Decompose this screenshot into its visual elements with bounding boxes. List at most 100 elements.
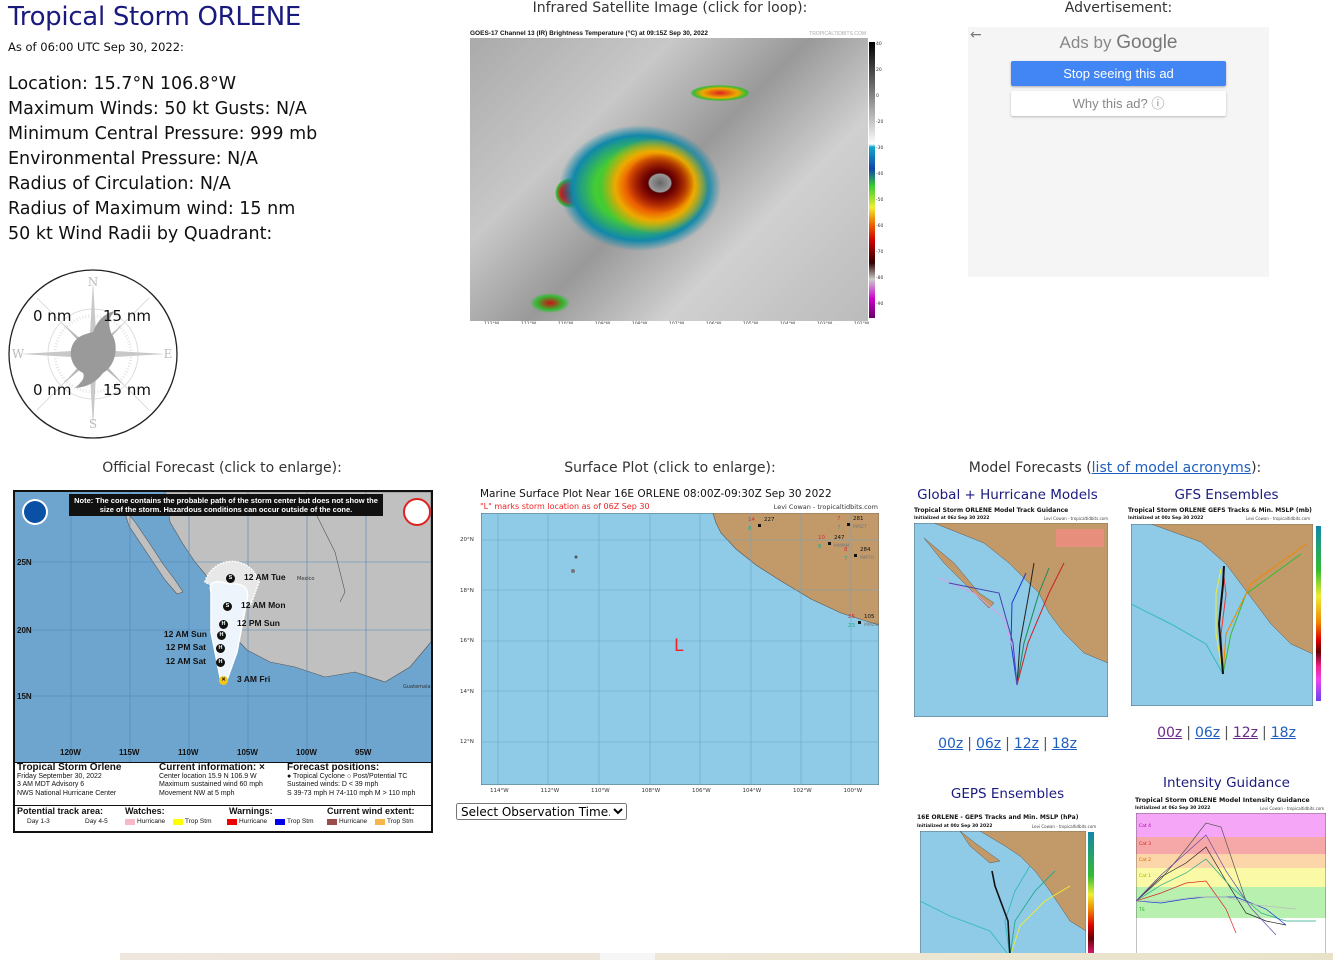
intensity-band-label: Cat 1 <box>1139 873 1151 879</box>
model-heading-prefix: Model Forecasts ( <box>968 460 1092 476</box>
station-pressure: 227 <box>764 517 775 523</box>
legend-swatch <box>275 819 285 825</box>
forecast-point-label: 12 PM Sat <box>165 642 206 652</box>
sat-colorbar-label: -40 <box>876 172 884 177</box>
station-dot <box>854 554 857 557</box>
panel-center: NWS National Hurricane Center <box>17 789 117 797</box>
forecast-lon-label: 100W <box>296 748 317 757</box>
storm-info-block: Tropical Storm Orlene Friday September 3… <box>17 762 157 798</box>
radius-circulation-line: Radius of Circulation: N/A <box>8 174 231 194</box>
geps-track-map <box>920 831 1086 957</box>
forecast-point-label: 3 AM Fri <box>237 674 271 684</box>
run-link-00z[interactable]: 00z <box>1157 725 1182 741</box>
legend-swatch <box>327 819 337 825</box>
sat-colorbar-label: 40 <box>876 42 882 47</box>
current-location: Center location 15.9 N 106.9 W <box>159 772 257 780</box>
legend-swatch <box>227 819 237 825</box>
intensity-chart: Cat 4 Cat 3 Cat 2 Cat 1 TS <box>1136 813 1326 955</box>
forecast-point-label: 12 AM Tue <box>244 572 286 582</box>
run-link-06z[interactable]: 06z <box>1195 725 1220 741</box>
surface-lon-label: 108°W <box>641 788 661 794</box>
compass-w: W <box>12 347 25 361</box>
track-area-title: Potential track area: <box>17 806 104 816</box>
gfs-run-links: 00z | 06z | 12z | 18z <box>1120 725 1333 741</box>
sat-colorbar-label: -50 <box>876 198 884 203</box>
track-day45: Day 4-5 <box>85 818 108 825</box>
run-link-12z[interactable]: 12z <box>1014 736 1039 752</box>
model-acronyms-link[interactable]: list of model acronyms <box>1092 460 1251 476</box>
run-link-06z[interactable]: 06z <box>976 736 1001 752</box>
run-link-18z[interactable]: 18z <box>1271 725 1296 741</box>
official-forecast-heading: Official Forecast (click to enlarge): <box>102 460 342 476</box>
forecast-winds-line: Sustained winds: D < 39 mph <box>287 781 379 788</box>
satellite-image-link[interactable]: GOES-17 Channel 13 (IR) Brightness Tempe… <box>468 28 886 324</box>
sat-lon-label: 104°W <box>780 322 795 324</box>
stop-seeing-ad-button[interactable]: Stop seeing this ad <box>1011 61 1226 86</box>
station-dot <box>858 621 861 624</box>
forecast-lon-label: 110W <box>178 748 199 757</box>
satellite-heading: Infrared Satellite Image (click for loop… <box>532 0 808 16</box>
why-this-ad-button[interactable]: Why this ad? ⓘ <box>1011 91 1226 116</box>
station-temp: 10 <box>818 535 825 541</box>
location-line: Location: 15.7°N 106.8°W <box>8 74 236 94</box>
intensity-guidance-image-link[interactable]: Tropical Storm ORLENE Model Intensity Gu… <box>1130 795 1333 955</box>
sat-lon-label: 105°W <box>743 322 758 324</box>
station-dewpoint: 8 <box>818 544 822 550</box>
global-models-init: Initialized at 06z Sep 30 2022 <box>914 516 990 521</box>
radius-sw: 0 nm <box>33 381 72 399</box>
cone-note: Note: The cone contains the probable pat… <box>74 496 378 514</box>
station-dewpoint: 23 <box>848 623 855 629</box>
sat-colorbar-label: -70 <box>876 250 884 255</box>
global-models-image-link[interactable]: Tropical Storm ORLENE Model Track Guidan… <box>912 506 1110 718</box>
run-link-12z[interactable]: 12z <box>1233 725 1258 741</box>
forecast-point-label: 12 PM Sun <box>237 618 280 628</box>
storm-location-marker: L <box>674 636 684 656</box>
legend-swatch-label: Hurricane <box>239 818 268 825</box>
intensity-title: Tropical Storm ORLENE Model Intensity Gu… <box>1135 797 1310 804</box>
geps-ensembles-heading: GEPS Ensembles <box>950 786 1065 802</box>
global-models-credit: Levi Cowan - tropicaltidbits.com <box>1043 516 1108 521</box>
sat-lon-label: 111°W <box>521 322 536 324</box>
forecast-legend: Potential track area: Day 1-3 Day 4-5 Wa… <box>17 806 433 831</box>
station-pressure: 281 <box>853 516 864 522</box>
sat-colorbar-label: -30 <box>876 146 884 151</box>
min-pressure-line: Minimum Central Pressure: 999 mb <box>8 124 318 144</box>
forecast-point-h-icon: H <box>216 658 225 667</box>
advertisement-heading: Advertisement: <box>1064 0 1173 16</box>
surface-plot-credit: Levi Cowan - tropicaltidbits.com <box>773 503 878 511</box>
surface-plot-image-link[interactable]: Marine Surface Plot Near 16E ORLENE 08:0… <box>452 486 884 794</box>
sat-lon-label: 102°W <box>854 322 869 324</box>
google-logo-text: Google <box>1116 32 1178 53</box>
storm-title: Tropical Storm ORLENE <box>8 2 301 32</box>
place-label-guatemala: Guatemala <box>403 684 431 690</box>
satellite-watermark: TROPICALTIDBITS.COM <box>809 31 866 37</box>
official-forecast-image-link[interactable]: Note: The cone contains the probable pat… <box>13 490 433 833</box>
forecast-point-h-icon: H <box>217 631 226 640</box>
panel-advisory: 3 AM MDT Advisory 6 <box>17 781 85 788</box>
place-label-mexico: Mexico <box>297 576 315 582</box>
current-movement: Movement NW at 5 mph <box>159 789 235 797</box>
geps-title: 16E ORLENE - GEPS Tracks and Min. MSLP (… <box>917 814 1079 821</box>
global-models-title: Tropical Storm ORLENE Model Track Guidan… <box>914 507 1069 514</box>
intensity-band-label: Cat 3 <box>1139 841 1151 847</box>
global-track-map <box>914 523 1108 717</box>
wind-radii-compass: N S W E 0 nm 15 nm 0 nm 15 nm <box>7 269 179 439</box>
station-dewpoint: 8 <box>748 526 752 532</box>
surface-lon-label: 112°W <box>540 788 560 794</box>
run-link-00z[interactable]: 00z <box>938 736 963 752</box>
forecast-key-line: ● Tropical Cyclone ○ Post/Potential TC <box>287 772 408 780</box>
satellite-image <box>470 38 868 321</box>
run-link-18z[interactable]: 18z <box>1052 736 1077 752</box>
intensity-band-label: TS <box>1138 907 1145 913</box>
panel-storm-name: Tropical Storm Orlene <box>17 762 122 773</box>
gfs-track-map <box>1131 524 1313 706</box>
intensity-band-label: Cat 2 <box>1139 857 1151 863</box>
station-id: MMZO <box>864 623 879 628</box>
model-forecasts-heading: Model Forecasts (list of model acronyms)… <box>900 460 1330 476</box>
gfs-ensembles-image-link[interactable]: Tropical Storm ORLENE GEFS Tracks & Min.… <box>1126 506 1332 712</box>
observation-time-select[interactable]: Select Observation Time... <box>456 803 627 820</box>
geps-colorbar <box>1088 832 1094 957</box>
sat-colorbar-label: -20 <box>876 120 884 125</box>
forecast-point-x-icon: ✕ <box>219 676 228 685</box>
geps-ensembles-image-link[interactable]: 16E ORLENE - GEPS Tracks and Min. MSLP (… <box>912 812 1110 957</box>
